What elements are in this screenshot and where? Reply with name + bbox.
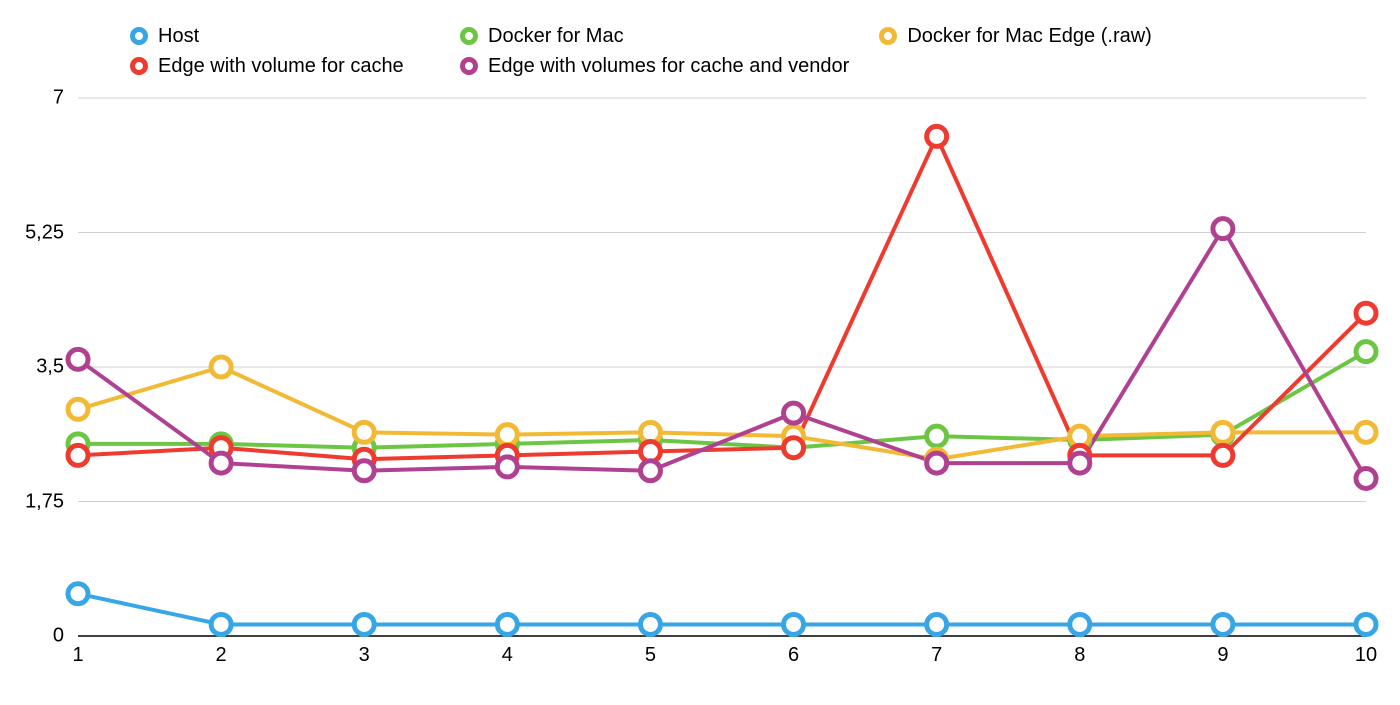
x-tick-label: 10	[1355, 644, 1377, 667]
x-tick-label: 5	[645, 644, 656, 667]
x-tick-label: 8	[1074, 644, 1085, 667]
x-tick-label: 3	[359, 644, 370, 667]
x-tick-label: 2	[216, 644, 227, 667]
y-tick-label: 3,5	[36, 356, 64, 379]
x-tick-label: 9	[1217, 644, 1228, 667]
y-tick-label: 7	[53, 87, 64, 110]
plot-svg	[0, 0, 1400, 705]
x-tick-label: 4	[502, 644, 513, 667]
x-tick-label: 6	[788, 644, 799, 667]
y-tick-label: 5,25	[25, 221, 64, 244]
x-tick-label: 1	[72, 644, 83, 667]
y-tick-label: 0	[53, 625, 64, 648]
y-tick-label: 1,75	[25, 490, 64, 513]
x-tick-label: 7	[931, 644, 942, 667]
line-chart: Host Edge with volume for cache Docker f…	[0, 0, 1400, 705]
